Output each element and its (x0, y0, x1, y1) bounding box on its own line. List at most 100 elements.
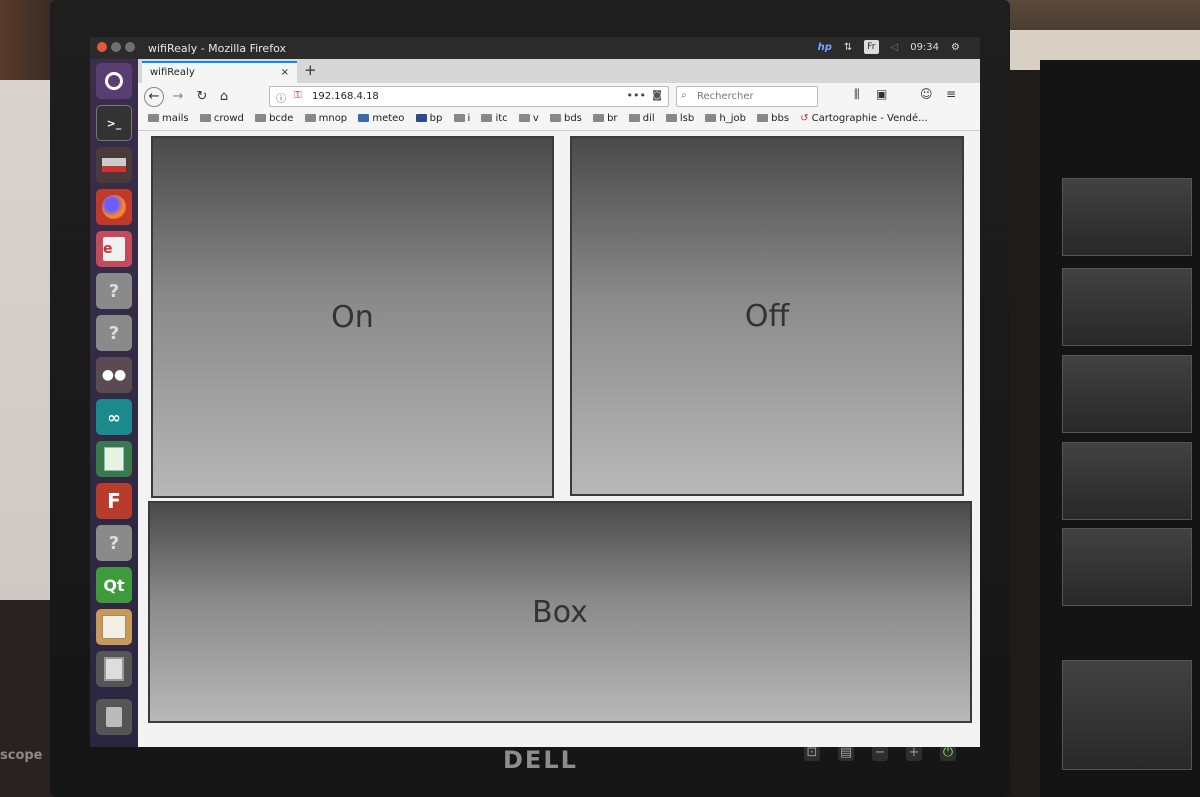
library-icon[interactable]: ⫼ (854, 87, 860, 102)
background-desk (0, 600, 52, 797)
bookmark-folder[interactable]: br (593, 113, 618, 124)
cabinet-drawer (1062, 528, 1192, 606)
bp-icon (415, 114, 427, 122)
system-tray: hp ⇅ Fr ◁ 09:34 ⚙ (818, 40, 960, 54)
address-bar[interactable]: ⓘ ⚿ 192.168.4.18 ••• ◙ (269, 86, 669, 107)
terminal-icon[interactable]: >_ (96, 105, 132, 141)
dell-logo: DELL (503, 746, 578, 774)
search-placeholder: Rechercher (697, 91, 754, 102)
stack-app-icon[interactable] (96, 147, 132, 183)
account-icon[interactable]: ☺ (920, 87, 933, 101)
back-button[interactable]: ← (144, 87, 164, 107)
on-button[interactable]: On (151, 136, 554, 498)
tab-close-icon[interactable]: × (281, 67, 289, 79)
bookmark-folder[interactable]: i (453, 113, 470, 124)
bookmark-folder[interactable]: h_job (705, 113, 746, 124)
bookmark-folder[interactable]: crowd (199, 113, 244, 124)
bookmark-folder[interactable]: bcde (255, 113, 293, 124)
cartographie-icon: ↺ (800, 113, 809, 124)
window-controls (97, 42, 135, 52)
background-wall (0, 80, 52, 600)
unknown-app-icon[interactable]: ? (96, 315, 132, 351)
folder-icon (593, 114, 605, 122)
page-actions-button[interactable]: ••• (627, 89, 646, 102)
pocket-icon[interactable]: ◙ (652, 90, 662, 101)
cabinet-drawer (1062, 660, 1192, 770)
monitor-plus-button[interactable]: + (906, 745, 922, 761)
new-tab-button[interactable]: + (304, 61, 317, 79)
folder-icon (481, 114, 493, 122)
volume-icon[interactable]: ◁ (891, 42, 899, 53)
spreadsheet-icon[interactable] (96, 441, 132, 477)
menu-icon[interactable]: ≡ (946, 87, 956, 101)
tab-wifirealy[interactable]: wifiRealy × (142, 61, 297, 83)
keyboard-layout[interactable]: Fr (864, 40, 879, 54)
cabinet-drawer (1062, 442, 1192, 520)
bookmark-folder[interactable]: bbs (757, 113, 789, 124)
insecure-lock-icon[interactable]: ⚿ (294, 90, 302, 101)
bookmark-folder[interactable]: itc (481, 113, 508, 124)
firefox-window: wifiRealy × + ← → ↻ ⌂ ⓘ ⚿ 192.168.4.18 •… (138, 59, 980, 747)
box-button-label: Box (532, 594, 588, 630)
monitor-menu-button[interactable]: ▤ (838, 745, 854, 761)
calculator-icon[interactable] (96, 651, 132, 687)
gear-icon[interactable]: ⚙ (951, 42, 960, 53)
unknown-app-icon[interactable]: ? (96, 525, 132, 561)
schematic-editor-icon[interactable] (96, 609, 132, 645)
bookmark-folder[interactable]: lsb (665, 113, 694, 124)
tab-bar: wifiRealy × + (138, 59, 980, 83)
folder-icon (757, 114, 769, 122)
reload-button[interactable]: ↻ (192, 87, 212, 107)
ubuntu-logo-icon[interactable] (96, 63, 132, 99)
gimp-icon[interactable]: ●● (96, 357, 132, 393)
hp-icon[interactable]: hp (818, 42, 832, 53)
monitor-input-button[interactable]: ⊡ (804, 745, 820, 761)
off-button-label: Off (744, 298, 790, 334)
maximize-window-button[interactable] (125, 42, 135, 52)
bookmark-folder[interactable]: mails (148, 113, 189, 124)
bookmark-folder[interactable]: dil (628, 113, 655, 124)
qt-creator-icon[interactable]: Qt (96, 567, 132, 603)
arduino-icon[interactable]: ∞ (96, 399, 132, 435)
bookmark-link[interactable]: ↺ Cartographie - Vendé... (800, 113, 927, 124)
meteo-icon (358, 114, 370, 122)
close-window-button[interactable] (97, 42, 107, 52)
folder-icon (304, 114, 316, 122)
page-content: On Off Box (138, 131, 980, 747)
folder-icon (148, 114, 159, 122)
unknown-app-icon[interactable]: ? (96, 273, 132, 309)
clock[interactable]: 09:34 (910, 42, 939, 53)
forward-button[interactable]: → (168, 87, 188, 107)
screen: wifiRealy - Mozilla Firefox hp ⇅ Fr ◁ 09… (90, 37, 980, 747)
search-input[interactable]: ⌕ Rechercher (676, 86, 818, 107)
bookmark-link[interactable]: bp (415, 113, 442, 124)
network-icon[interactable]: ⇅ (844, 42, 852, 53)
minimize-window-button[interactable] (111, 42, 121, 52)
folder-icon (549, 114, 561, 122)
bookmark-folder[interactable]: v (518, 113, 539, 124)
search-icon: ⌕ (681, 90, 687, 101)
monitor-power-button[interactable]: ⏻ (940, 745, 956, 761)
folder-icon (665, 114, 677, 122)
bookmark-link[interactable]: meteo (358, 113, 404, 124)
document-viewer-icon[interactable]: e (96, 231, 132, 267)
cabinet-drawer (1062, 178, 1192, 256)
folder-icon (628, 114, 640, 122)
cabinet-drawer (1062, 268, 1192, 346)
home-button[interactable]: ⌂ (214, 87, 234, 107)
firefox-icon[interactable] (96, 189, 132, 225)
folder-icon (199, 114, 211, 122)
on-button-label: On (331, 299, 374, 335)
sidebar-icon[interactable]: ▣ (876, 87, 887, 101)
bookmark-folder[interactable]: mnop (304, 113, 347, 124)
box-button[interactable]: Box (148, 501, 972, 723)
folder-icon (705, 114, 717, 122)
info-icon[interactable]: ⓘ (276, 90, 286, 105)
trash-icon[interactable] (96, 699, 132, 735)
launcher: >_ e ? ? ●● ∞ F ? Qt (90, 59, 138, 747)
monitor-minus-button[interactable]: − (872, 745, 888, 761)
bookmark-folder[interactable]: bds (549, 113, 582, 124)
off-button[interactable]: Off (570, 136, 964, 496)
fritzing-icon[interactable]: F (96, 483, 132, 519)
window-title: wifiRealy - Mozilla Firefox (148, 42, 286, 55)
